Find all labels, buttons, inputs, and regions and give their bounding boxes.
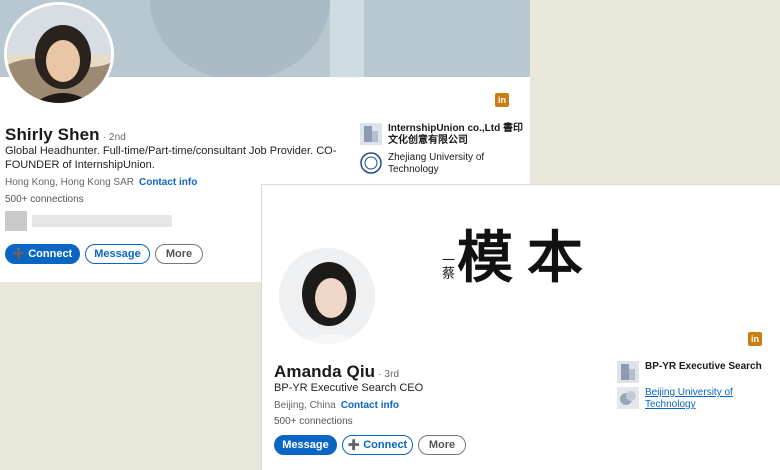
connections-count: 500+ connections: [274, 416, 353, 427]
current-company[interactable]: InternshipUnion co.,Ltd 書印文化创意有限公司: [360, 123, 525, 147]
connection-degree: · 2nd: [102, 132, 126, 143]
avatar[interactable]: [4, 2, 114, 106]
message-button[interactable]: Message: [85, 244, 150, 264]
connections-count: 500+ connections: [5, 194, 84, 205]
education-school[interactable]: Beijing University of Technology: [617, 387, 772, 411]
linkedin-icon[interactable]: in: [748, 332, 762, 346]
profile-card-amanda: 一蔡 模本 in Amanda Qiu · 3rd BP-YR Executive…: [262, 185, 780, 470]
contact-info-link[interactable]: Contact info: [139, 177, 197, 188]
calligraphy-artwork: 一蔡 模本: [439, 225, 597, 291]
add-person-icon: ➕: [347, 440, 361, 451]
profile-location: Beijing, China Contact info: [274, 400, 400, 411]
profile-headline: BP-YR Executive Search CEO: [274, 382, 424, 394]
connect-button[interactable]: ➕ Connect: [5, 244, 80, 264]
more-button[interactable]: More: [155, 244, 203, 264]
linkedin-icon[interactable]: in: [495, 93, 509, 107]
profile-name: Amanda Qiu · 3rd: [274, 362, 400, 381]
profile-name: Shirly Shen · 2nd: [5, 125, 126, 144]
mutual-avatar: [5, 211, 27, 231]
avatar[interactable]: [276, 245, 378, 347]
message-button[interactable]: Message: [274, 435, 337, 455]
connect-button[interactable]: ➕ Connect: [342, 435, 413, 455]
more-button[interactable]: More: [418, 435, 466, 455]
profile-headline: Global Headhunter. Full-time/Part-time/c…: [5, 145, 337, 171]
profile-location: Hong Kong, Hong Kong SAR Contact info: [5, 177, 198, 188]
contact-info-link[interactable]: Contact info: [341, 400, 399, 411]
university-seal-icon: [360, 152, 382, 174]
add-person-icon: ➕: [12, 249, 26, 260]
education-school[interactable]: Zhejiang University of Technology: [360, 152, 525, 176]
current-company[interactable]: BP-YR Executive Search: [617, 361, 772, 383]
mutual-connections-text: [32, 215, 172, 227]
company-logo-icon: [360, 123, 382, 145]
company-logo-icon: [617, 361, 639, 383]
connection-degree: · 3rd: [378, 369, 400, 380]
university-logo-icon: [617, 387, 639, 409]
